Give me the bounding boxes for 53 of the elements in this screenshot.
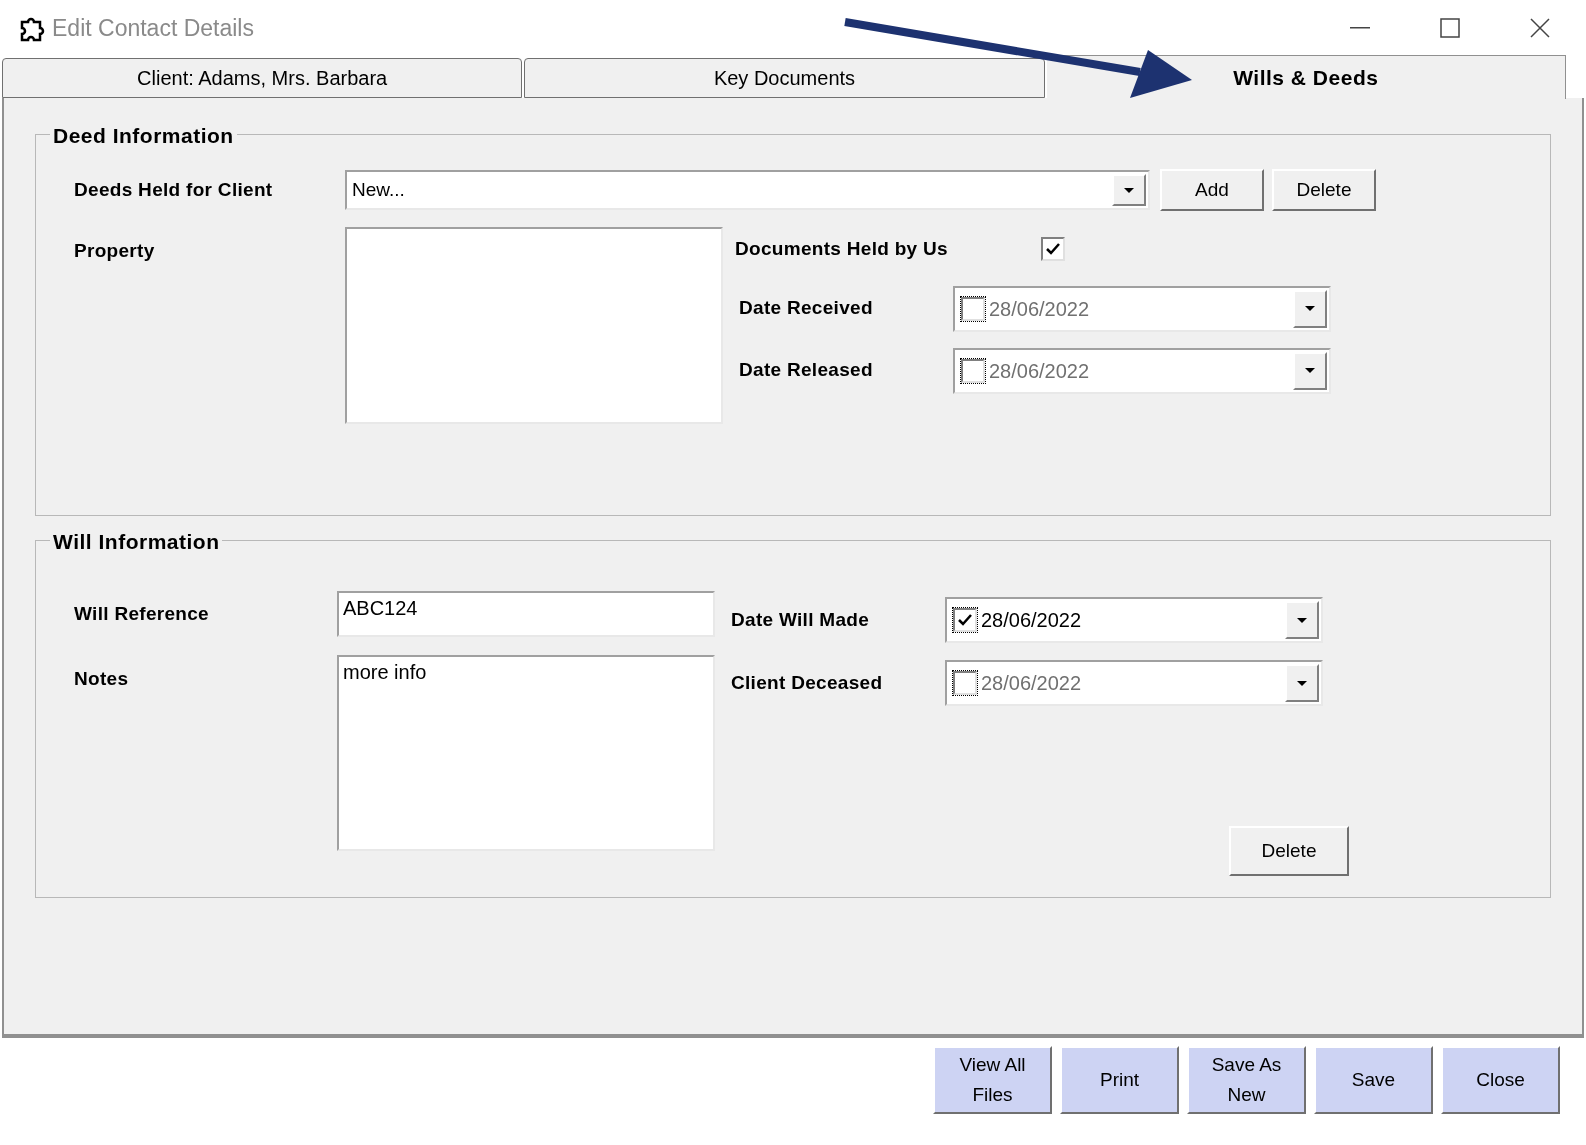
date-picker[interactable]: 28/06/2022 bbox=[945, 597, 1323, 643]
footer-button[interactable]: Print bbox=[1060, 1046, 1179, 1114]
date-picker[interactable]: 28/06/2022 bbox=[953, 347, 1331, 394]
date-picker[interactable]: 28/06/2022 bbox=[945, 660, 1323, 706]
field-label: Property bbox=[74, 239, 156, 263]
checkbox[interactable] bbox=[953, 671, 977, 695]
footer-button[interactable]: Save bbox=[1314, 1046, 1433, 1114]
caret-icon bbox=[1304, 305, 1316, 312]
combo-value: New... bbox=[352, 177, 406, 202]
checkbox[interactable] bbox=[961, 296, 985, 321]
date-picker[interactable]: 28/06/2022 bbox=[953, 285, 1331, 332]
field-label: Date Will Made bbox=[731, 607, 871, 632]
dropdown-button[interactable] bbox=[1285, 664, 1319, 702]
caret-icon bbox=[1304, 367, 1316, 374]
button[interactable]: Delete bbox=[1272, 169, 1376, 211]
close-icon[interactable] bbox=[1530, 18, 1550, 38]
dropdown-button[interactable] bbox=[1293, 351, 1327, 390]
notes-text-area[interactable]: more info bbox=[337, 655, 715, 851]
input-field[interactable]: ABC124 bbox=[337, 591, 715, 637]
field-label: Will Reference bbox=[74, 601, 210, 626]
field-label: Notes bbox=[74, 667, 130, 691]
caret-icon bbox=[1123, 186, 1135, 194]
caret-icon bbox=[1296, 616, 1308, 624]
date-value: 28/06/2022 bbox=[981, 608, 1083, 633]
checkmark-icon bbox=[958, 614, 972, 626]
combo-box[interactable]: New... bbox=[345, 170, 1150, 210]
tab[interactable]: Wills & Deeds bbox=[1046, 55, 1566, 99]
checkbox[interactable] bbox=[1041, 237, 1065, 262]
dropdown-button[interactable] bbox=[1112, 174, 1146, 206]
footer-button[interactable]: Close bbox=[1441, 1046, 1560, 1114]
checkmark-icon bbox=[1046, 243, 1060, 256]
date-value: 28/06/2022 bbox=[989, 358, 1091, 384]
checkbox[interactable] bbox=[953, 608, 977, 632]
minimize-icon[interactable] bbox=[1350, 27, 1370, 29]
field-label: Deeds Held for Client bbox=[74, 177, 274, 202]
field-label: Date Received bbox=[739, 296, 874, 321]
tab[interactable]: Client: Adams, Mrs. Barbara bbox=[2, 58, 523, 98]
footer-button[interactable]: View All Files bbox=[933, 1046, 1052, 1114]
dropdown-button[interactable] bbox=[1285, 601, 1319, 639]
field-label: Date Released bbox=[739, 358, 874, 383]
window-title: Edit Contact Details bbox=[52, 13, 254, 43]
dropdown-button[interactable] bbox=[1293, 289, 1327, 328]
checkbox[interactable] bbox=[961, 358, 985, 383]
date-value: 28/06/2022 bbox=[981, 671, 1083, 696]
button[interactable]: Add bbox=[1160, 169, 1264, 211]
maximize-icon[interactable] bbox=[1440, 18, 1460, 38]
button[interactable]: Delete bbox=[1229, 826, 1349, 876]
footer-button[interactable]: Save As New bbox=[1187, 1046, 1306, 1114]
field-label: Documents Held by Us bbox=[735, 237, 949, 261]
tab[interactable]: Key Documents bbox=[524, 58, 1045, 98]
caret-icon bbox=[1296, 679, 1308, 687]
field-label: Client Deceased bbox=[731, 670, 884, 695]
date-value: 28/06/2022 bbox=[989, 296, 1091, 322]
